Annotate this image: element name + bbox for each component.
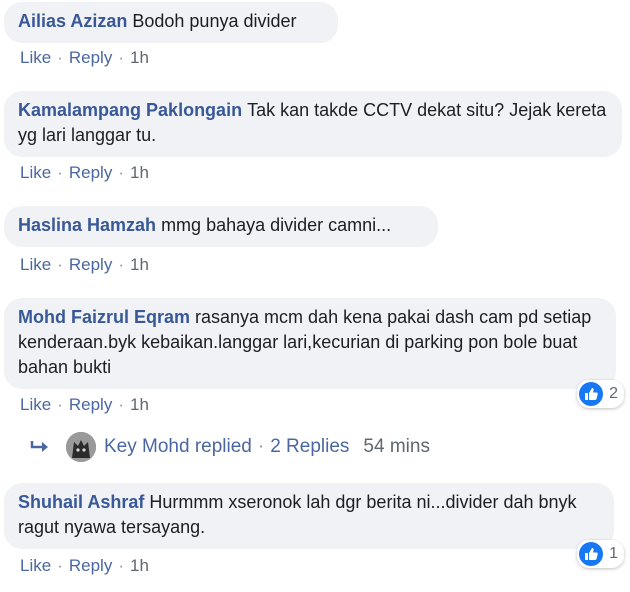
comment-time[interactable]: 1h xyxy=(130,255,149,274)
dot-separator: · xyxy=(118,395,124,414)
comment-bubble: Mohd Faizrul Eqram rasanya mcm dah kena p… xyxy=(4,298,616,389)
dot-separator: · xyxy=(57,556,63,575)
comment-bubble: Ailias Azizan Bodoh punya divider xyxy=(4,2,338,43)
avatar xyxy=(66,432,96,462)
comment-bubble: Shuhail Ashraf Hurmmm xseronok lah dgr be… xyxy=(4,483,614,549)
dot-separator: · xyxy=(118,255,124,274)
reaction-count-badge[interactable]: 2 xyxy=(577,380,624,408)
thumbs-up-icon xyxy=(579,542,604,566)
like-link[interactable]: Like xyxy=(20,395,51,414)
reaction-count-badge[interactable]: 1 xyxy=(577,540,624,568)
reply-link[interactable]: Reply xyxy=(69,163,112,182)
reply-link[interactable]: Reply xyxy=(69,48,112,67)
thumbs-up-icon xyxy=(579,382,604,406)
replies-count[interactable]: 2 Replies xyxy=(270,436,349,458)
comment-time[interactable]: 1h xyxy=(130,395,149,414)
comment-time[interactable]: 1h xyxy=(130,556,149,575)
comment-actions: Like · Reply · 1h xyxy=(20,255,149,275)
dot-separator: · xyxy=(57,395,63,414)
comment-bubble: Kamalampang Paklongain Tak kan takde CCTV… xyxy=(4,91,622,157)
dot-separator: · xyxy=(57,163,63,182)
reply-link[interactable]: Reply xyxy=(69,255,112,274)
dot-separator: · xyxy=(118,556,124,575)
dot-separator: · xyxy=(57,255,63,274)
view-replies-link[interactable]: Key Mohd replied · 2 Replies 54 mins xyxy=(30,432,430,462)
reply-link[interactable]: Reply xyxy=(69,395,112,414)
replies-time: 54 mins xyxy=(363,436,430,457)
reply-arrow-icon xyxy=(30,441,48,452)
comment-actions: Like · Reply · 1h xyxy=(20,395,149,415)
comment-text: Bodoh punya divider xyxy=(132,11,297,31)
comment-text: mmg bahaya divider camni... xyxy=(161,215,392,235)
comment-actions: Like · Reply · 1h xyxy=(20,163,149,183)
like-link[interactable]: Like xyxy=(20,556,51,575)
comment-author[interactable]: Mohd Faizrul Eqram xyxy=(18,307,190,327)
comment-author[interactable]: Kamalampang Paklongain xyxy=(18,100,242,120)
reaction-count: 2 xyxy=(609,385,618,402)
comment-time[interactable]: 1h xyxy=(130,48,149,67)
comment-bubble: Haslina Hamzah mmg bahaya divider camni..… xyxy=(4,206,438,247)
dot-separator: · xyxy=(118,48,124,67)
comment-author[interactable]: Haslina Hamzah xyxy=(18,215,156,235)
reply-link[interactable]: Reply xyxy=(69,556,112,575)
dot-separator: · xyxy=(57,48,63,67)
comment-author[interactable]: Ailias Azizan xyxy=(18,11,127,31)
like-link[interactable]: Like xyxy=(20,48,51,67)
dot-separator: · xyxy=(257,436,265,457)
dot-separator: · xyxy=(118,163,124,182)
comment-author[interactable]: Shuhail Ashraf xyxy=(18,492,144,512)
replier-name[interactable]: Key Mohd replied xyxy=(104,436,252,458)
comment-time[interactable]: 1h xyxy=(130,163,149,182)
comment-actions: Like · Reply · 1h xyxy=(20,556,149,576)
like-link[interactable]: Like xyxy=(20,255,51,274)
like-link[interactable]: Like xyxy=(20,163,51,182)
reaction-count: 1 xyxy=(609,545,618,562)
comment-actions: Like · Reply · 1h xyxy=(20,48,149,68)
